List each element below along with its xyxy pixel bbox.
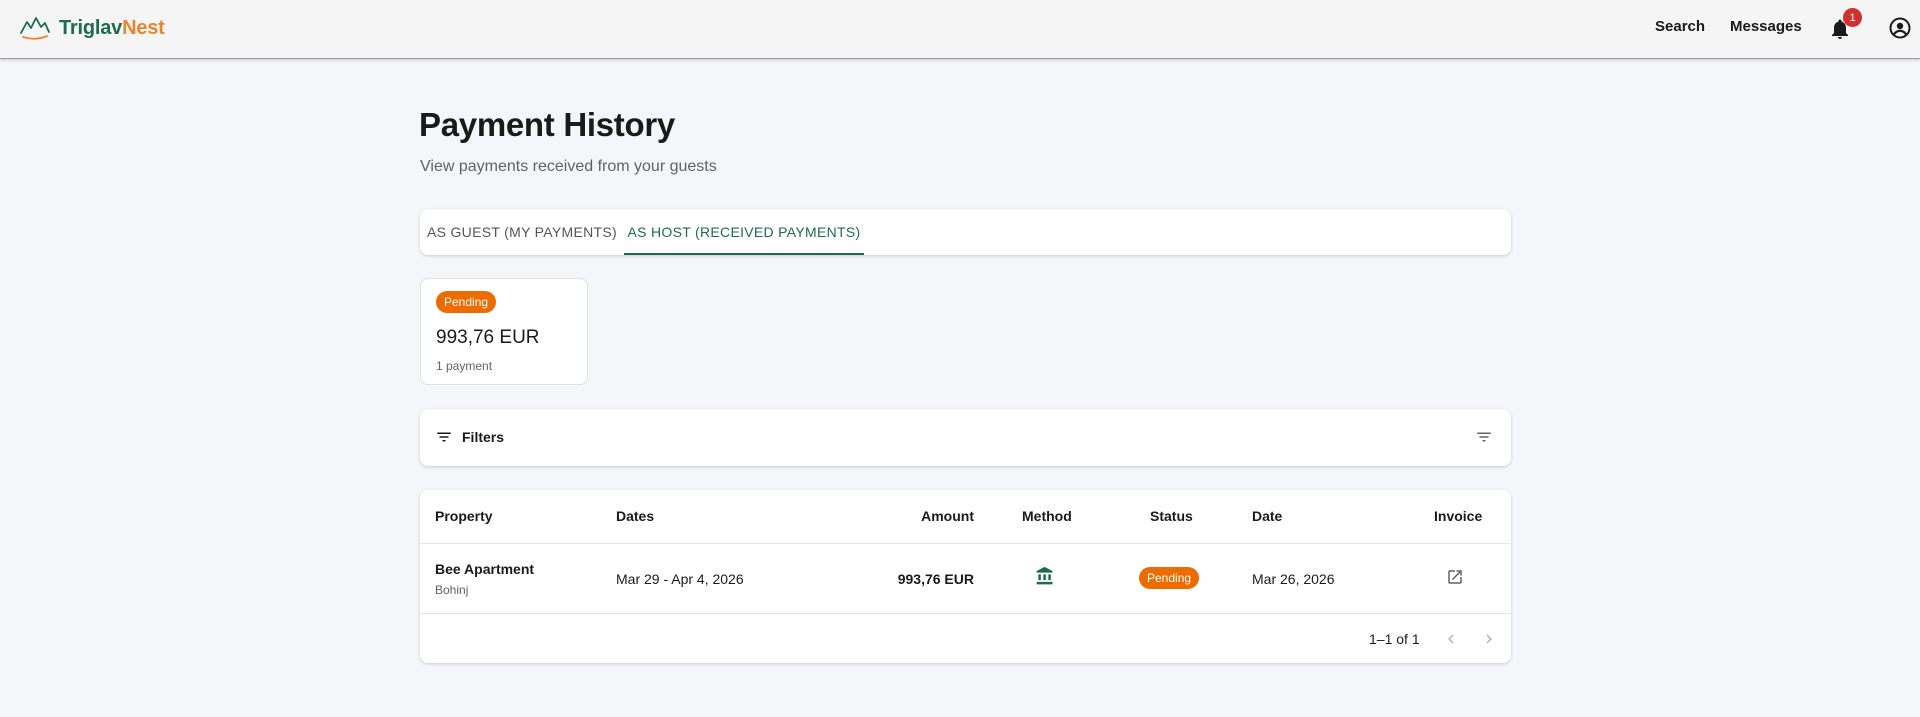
column-header-dates[interactable]: Dates <box>616 508 654 524</box>
filter-list-icon[interactable] <box>1475 428 1493 446</box>
column-header-invoice[interactable]: Invoice <box>1434 508 1482 524</box>
filters-bar: Filters <box>420 409 1511 466</box>
filters-toggle[interactable]: Filters <box>435 428 504 446</box>
pagination-range: 1–1 of 1 <box>1369 631 1420 647</box>
header-divider <box>420 543 1511 544</box>
bank-icon <box>1036 566 1053 585</box>
column-header-status[interactable]: Status <box>1150 508 1193 524</box>
account-circle-icon[interactable] <box>1888 16 1912 40</box>
chevron-left-icon[interactable] <box>1442 630 1460 648</box>
summary-payment-count: 1 payment <box>436 359 493 373</box>
nav-messages-link[interactable]: Messages <box>1730 18 1802 35</box>
column-header-date[interactable]: Date <box>1252 508 1282 524</box>
row-property-location: Bohinj <box>435 583 469 597</box>
row-amount: 993,76 EUR <box>897 571 974 587</box>
nav-search-link[interactable]: Search <box>1655 18 1705 35</box>
column-header-property[interactable]: Property <box>435 508 493 524</box>
app-logo[interactable]: TriglavNest <box>19 15 165 41</box>
tab-as-guest[interactable]: As Guest (My Payments) <box>420 209 624 255</box>
status-badge: Pending <box>436 291 497 313</box>
status-badge: Pending <box>1139 567 1200 589</box>
filters-label: Filters <box>462 429 505 445</box>
summary-amount: 993,76 EUR <box>436 327 540 348</box>
column-header-amount[interactable]: Amount <box>921 508 974 524</box>
row-divider <box>420 613 1511 614</box>
filter-list-icon <box>437 432 451 442</box>
notification-badge: 1 <box>1843 8 1862 27</box>
row-dates: Mar 29 - Apr 4, 2026 <box>616 571 744 587</box>
tab-as-host[interactable]: As Host (Received Payments) <box>624 209 864 255</box>
mountain-logo-icon <box>20 17 50 40</box>
payments-table: Property Dates Amount Method Status Date… <box>420 490 1511 663</box>
app-name: TriglavNest <box>59 16 165 39</box>
page-subtitle: View payments received from your guests <box>420 158 717 175</box>
column-header-method[interactable]: Method <box>1022 508 1072 524</box>
row-property-name: Bee Apartment <box>435 561 535 577</box>
pending-summary-card: Pending 993,76 EUR 1 payment <box>420 278 588 385</box>
payment-tabs: As Guest (My Payments) As Host (Received… <box>420 209 1511 255</box>
open-in-new-icon[interactable] <box>1446 568 1464 586</box>
chevron-right-icon[interactable] <box>1480 630 1498 648</box>
top-navbar: TriglavNest Search Messages 1 <box>0 0 1920 59</box>
page-title: Payment History <box>419 106 675 143</box>
row-date: Mar 26, 2026 <box>1252 571 1335 587</box>
